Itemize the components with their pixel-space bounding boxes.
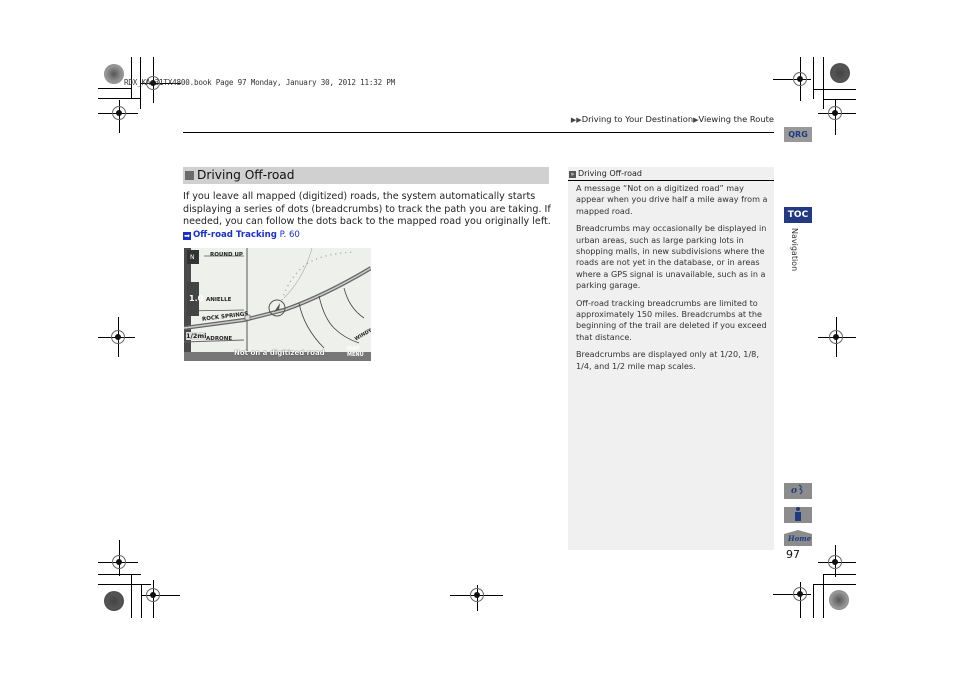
sidebar-note-body: A message “Not on a digitized road” may … bbox=[576, 183, 770, 378]
navigation-map-screenshot: N ROUND UP ANIELLE ROCK SPRINGS ADRONE W… bbox=[184, 248, 371, 361]
map-scale-readout: 1/2mi bbox=[186, 332, 207, 340]
sidebar-note-title: Driving Off-road bbox=[578, 169, 643, 178]
map-road-label: ROUND UP bbox=[210, 252, 243, 258]
toc-tab[interactable]: TOC bbox=[784, 207, 812, 223]
map-menu-line: MENU bbox=[347, 352, 364, 358]
registration-mark-icon bbox=[112, 555, 126, 569]
home-button[interactable]: Home bbox=[784, 530, 812, 546]
registration-mark-icon bbox=[111, 330, 125, 344]
sidebar-note-header: » Driving Off-road bbox=[568, 167, 774, 181]
registration-mark-icon bbox=[793, 587, 807, 601]
section-label-navigation: Navigation bbox=[790, 228, 799, 272]
map-road-label: ADRONE bbox=[206, 336, 233, 342]
breadcrumb-item[interactable]: Viewing the Route bbox=[699, 114, 775, 124]
registration-mark-icon bbox=[793, 72, 807, 86]
registration-mark-icon bbox=[112, 106, 126, 120]
section-heading: Driving Off-road bbox=[183, 167, 549, 184]
sidebar-paragraph: Breadcrumbs are displayed only at 1/20, … bbox=[576, 349, 759, 371]
xref-label[interactable]: Off-road Tracking bbox=[193, 230, 277, 240]
breadcrumb-item[interactable]: Driving to Your Destination bbox=[582, 114, 693, 124]
index-button[interactable] bbox=[784, 507, 812, 523]
breadcrumb-arrow-icon: ▶▶ bbox=[570, 116, 582, 124]
registration-mark-icon bbox=[828, 555, 842, 569]
section-title: Driving Off-road bbox=[197, 168, 295, 182]
registration-mark-icon bbox=[829, 330, 843, 344]
registration-disc-icon bbox=[829, 590, 849, 610]
page-number: 97 bbox=[786, 548, 800, 561]
map-menu-button[interactable]: MAP MENU bbox=[347, 346, 364, 358]
heading-square-icon bbox=[185, 171, 194, 180]
qrg-tab[interactable]: QRG bbox=[784, 127, 812, 142]
sidebar-paragraph: Breadcrumbs may occasionally be displaye… bbox=[576, 223, 767, 291]
header-rule bbox=[183, 132, 774, 133]
registration-disc-icon bbox=[830, 63, 850, 83]
xref-page[interactable]: P. 60 bbox=[280, 230, 300, 240]
home-label: Home bbox=[788, 534, 812, 543]
map-road-label: ANIELLE bbox=[206, 297, 232, 303]
registration-disc-icon bbox=[104, 64, 124, 84]
note-icon: » bbox=[569, 171, 576, 178]
sidebar-paragraph: A message “Not on a digitized road” may … bbox=[576, 183, 768, 216]
print-slug: RDX_KA-31TX4800.book Page 97 Monday, Jan… bbox=[124, 78, 396, 87]
cross-reference-link[interactable]: ➡ Off-road Tracking P. 60 bbox=[183, 230, 300, 240]
map-status-message: Not on a digitized road bbox=[234, 349, 325, 357]
svg-text:N: N bbox=[190, 254, 195, 261]
registration-mark-icon bbox=[828, 106, 842, 120]
section-body: If you leave all mapped (digitized) road… bbox=[183, 191, 551, 228]
registration-mark-icon bbox=[146, 588, 160, 602]
xref-arrow-icon: ➡ bbox=[183, 232, 191, 240]
map-scale-value: 1.0 bbox=[189, 294, 204, 303]
map-graphic: N bbox=[184, 248, 371, 361]
info-icon bbox=[795, 507, 801, 521]
sidebar-paragraph: Off-road tracking breadcrumbs are limite… bbox=[576, 297, 767, 342]
registration-disc-icon bbox=[104, 591, 124, 611]
svg-text:o: o bbox=[791, 486, 797, 495]
voice-command-icon: o bbox=[791, 484, 803, 496]
voice-command-button[interactable]: o bbox=[784, 483, 812, 499]
registration-mark-icon bbox=[470, 588, 484, 602]
breadcrumb: ▶▶Driving to Your Destination▶Viewing th… bbox=[571, 114, 774, 124]
